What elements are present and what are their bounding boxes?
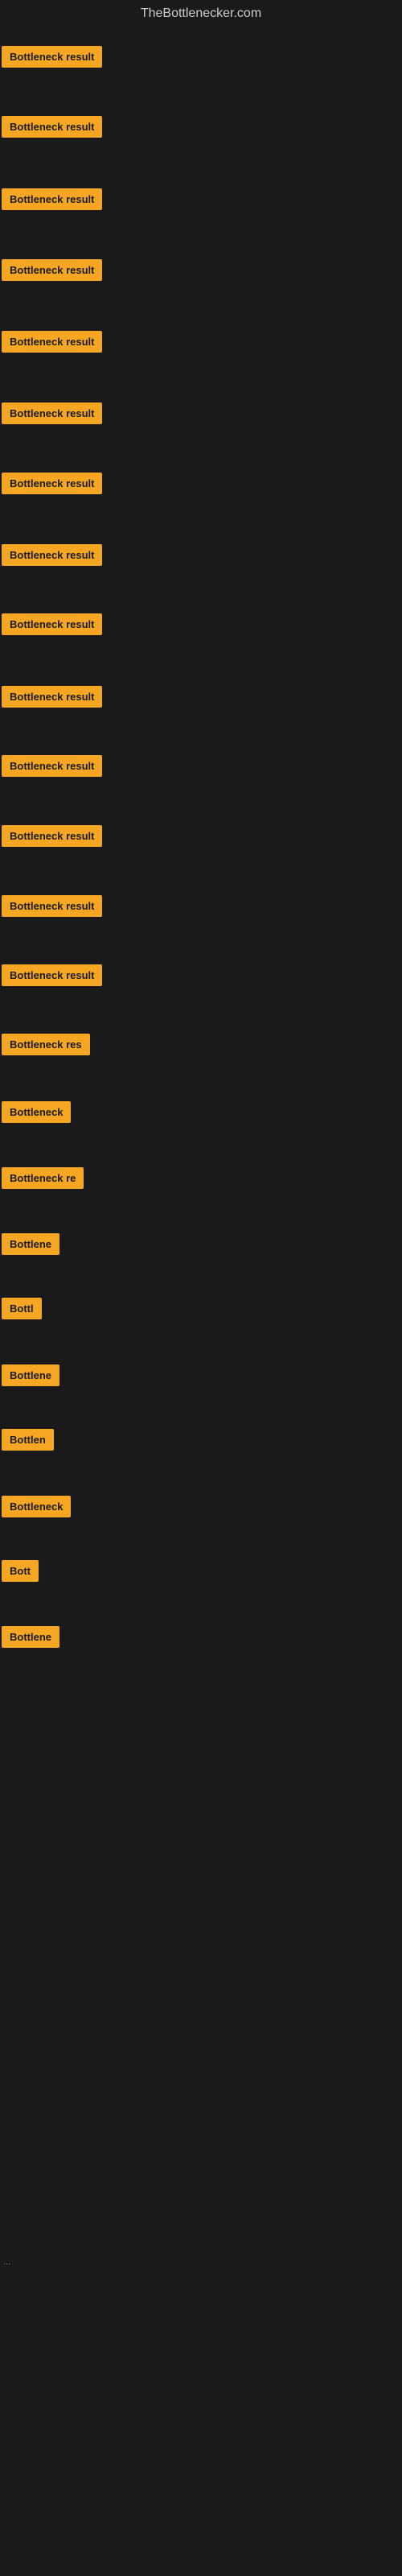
bottleneck-row-13: Bottleneck result — [2, 895, 102, 921]
bottleneck-badge-12: Bottleneck result — [2, 825, 102, 847]
bottleneck-row-2: Bottleneck result — [2, 116, 102, 142]
bottleneck-badge-21: Bottlen — [2, 1429, 54, 1451]
bottleneck-row-14: Bottleneck result — [2, 964, 102, 990]
bottleneck-badge-4: Bottleneck result — [2, 259, 102, 281]
bottleneck-row-17: Bottleneck re — [2, 1167, 84, 1193]
bottleneck-row-12: Bottleneck result — [2, 825, 102, 851]
bottleneck-badge-17: Bottleneck re — [2, 1167, 84, 1189]
bottleneck-badge-8: Bottleneck result — [2, 544, 102, 566]
bottleneck-badge-3: Bottleneck result — [2, 188, 102, 210]
bottleneck-row-18: Bottlene — [2, 1233, 59, 1259]
bottleneck-badge-7: Bottleneck result — [2, 473, 102, 494]
bottleneck-badge-16: Bottleneck — [2, 1101, 71, 1123]
bottleneck-badge-15: Bottleneck res — [2, 1034, 90, 1055]
bottleneck-row-5: Bottleneck result — [2, 331, 102, 357]
bottleneck-badge-19: Bottl — [2, 1298, 42, 1319]
bottleneck-row-15: Bottleneck res — [2, 1034, 90, 1059]
bottleneck-row-11: Bottleneck result — [2, 755, 102, 781]
bottleneck-badge-1: Bottleneck result — [2, 46, 102, 68]
bottleneck-badge-14: Bottleneck result — [2, 964, 102, 986]
bottleneck-badge-23: Bott — [2, 1560, 39, 1582]
bottleneck-row-9: Bottleneck result — [2, 613, 102, 639]
bottleneck-row-8: Bottleneck result — [2, 544, 102, 570]
bottleneck-row-3: Bottleneck result — [2, 188, 102, 214]
bottleneck-badge-5: Bottleneck result — [2, 331, 102, 353]
bottleneck-row-24: Bottlene — [2, 1626, 59, 1652]
bottleneck-row-23: Bott — [2, 1560, 39, 1586]
bottleneck-row-7: Bottleneck result — [2, 473, 102, 498]
bottleneck-badge-6: Bottleneck result — [2, 402, 102, 424]
bottleneck-row-6: Bottleneck result — [2, 402, 102, 428]
bottleneck-badge-10: Bottleneck result — [2, 686, 102, 708]
bottleneck-row-10: Bottleneck result — [2, 686, 102, 712]
bottleneck-row-1: Bottleneck result — [2, 46, 102, 72]
bottleneck-row-16: Bottleneck — [2, 1101, 71, 1127]
bottleneck-row-22: Bottleneck — [2, 1496, 71, 1521]
bottleneck-row-4: Bottleneck result — [2, 259, 102, 285]
bottleneck-badge-18: Bottlene — [2, 1233, 59, 1255]
site-title: TheBottlenecker.com — [0, 0, 402, 31]
ellipsis-label: ... — [2, 2254, 12, 2270]
bottleneck-badge-2: Bottleneck result — [2, 116, 102, 138]
ellipsis-area: ... — [2, 2254, 12, 2268]
bottleneck-badge-24: Bottlene — [2, 1626, 59, 1648]
bottleneck-badge-9: Bottleneck result — [2, 613, 102, 635]
page-wrapper: TheBottlenecker.com ... Bottleneck resul… — [0, 0, 402, 2576]
bottleneck-badge-13: Bottleneck result — [2, 895, 102, 917]
bottleneck-badge-20: Bottlene — [2, 1364, 59, 1386]
bottleneck-badge-22: Bottleneck — [2, 1496, 71, 1517]
bottleneck-badge-11: Bottleneck result — [2, 755, 102, 777]
bottleneck-row-21: Bottlen — [2, 1429, 54, 1455]
bottleneck-row-20: Bottlene — [2, 1364, 59, 1390]
bottleneck-row-19: Bottl — [2, 1298, 42, 1323]
